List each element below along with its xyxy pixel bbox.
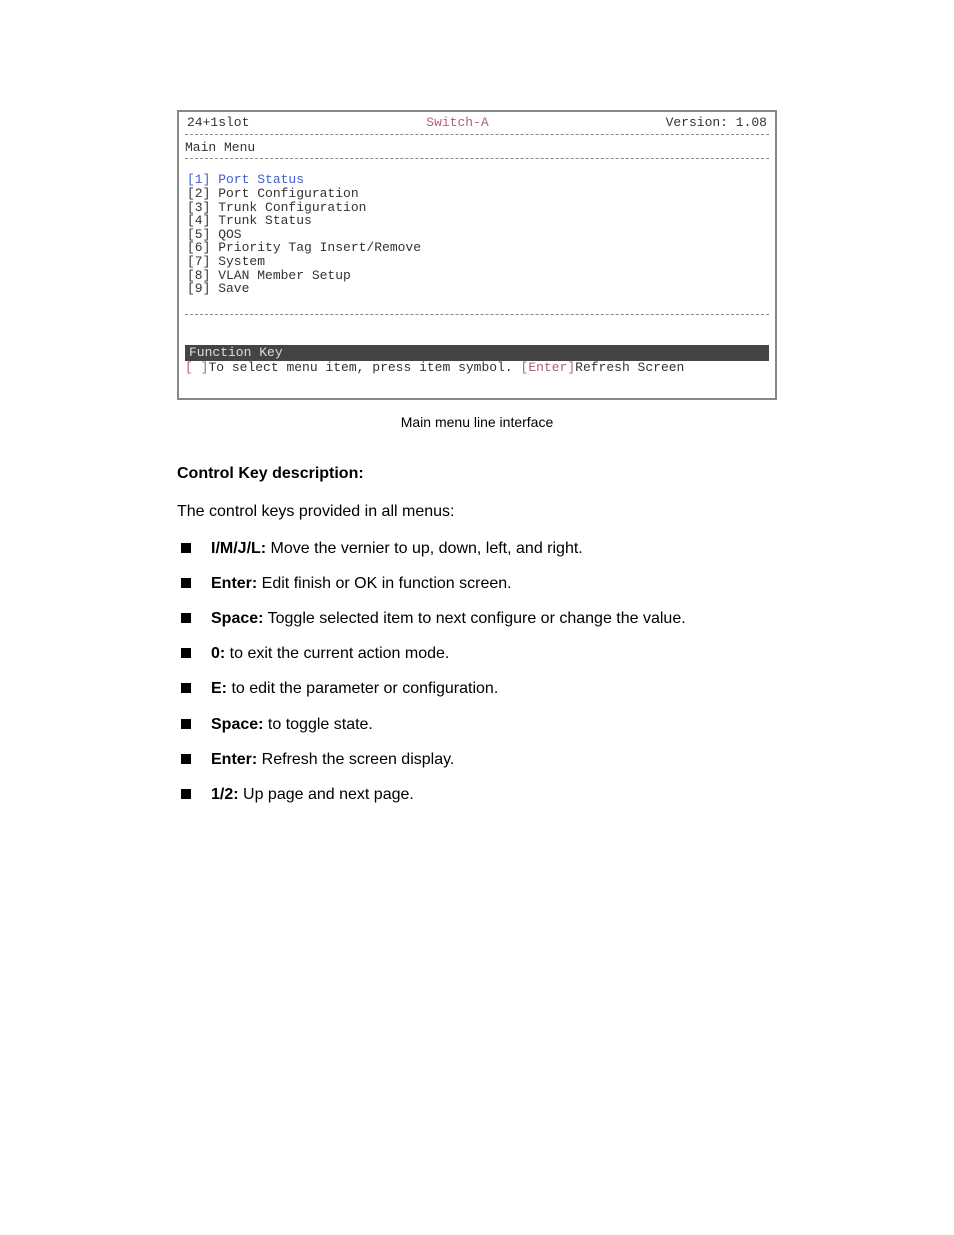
list-item: E: to edit the parameter or configuratio… xyxy=(177,677,777,700)
key-description: Move the vernier to up, down, left, and … xyxy=(266,540,583,557)
key-name: Enter: xyxy=(211,575,257,592)
key-description: Refresh the screen display. xyxy=(257,751,454,768)
menu-item[interactable]: [4] Trunk Status xyxy=(187,214,769,228)
control-key-list: I/M/J/L: Move the vernier to up, down, l… xyxy=(177,537,777,807)
key-name: Space: xyxy=(211,610,263,627)
list-item: 0: to exit the current action mode. xyxy=(177,642,777,665)
menu-item[interactable]: [2] Port Configuration xyxy=(187,187,769,201)
key-description: Toggle selected item to next configure o… xyxy=(263,610,685,627)
list-item: Space: Toggle selected item to next conf… xyxy=(177,607,777,630)
slot-label: 24+1slot xyxy=(187,116,249,130)
list-item: I/M/J/L: Move the vernier to up, down, l… xyxy=(177,537,777,560)
intro-text: The control keys provided in all menus: xyxy=(177,500,777,523)
divider xyxy=(185,158,769,159)
list-item: Enter: Edit finish or OK in function scr… xyxy=(177,572,777,595)
terminal-window: 24+1slot Switch-A Version: 1.08 Main Men… xyxy=(177,110,777,400)
section-heading: Control Key description: xyxy=(177,462,777,485)
menu-item[interactable]: [8] VLAN Member Setup xyxy=(187,269,769,283)
figure-caption: Main menu line interface xyxy=(0,414,954,430)
menu-item[interactable]: [3] Trunk Configuration xyxy=(187,201,769,215)
key-description: Edit finish or OK in function screen. xyxy=(257,575,511,592)
terminal-header: 24+1slot Switch-A Version: 1.08 xyxy=(185,116,769,130)
key-name: Space: xyxy=(211,716,263,733)
section-title: Main Menu xyxy=(185,141,769,155)
device-name: Switch-A xyxy=(426,116,488,130)
key-description: to exit the current action mode. xyxy=(225,645,449,662)
key-description: to edit the parameter or configuration. xyxy=(227,680,498,697)
menu-item[interactable]: [9] Save xyxy=(187,282,769,296)
key-name: Enter: xyxy=(211,751,257,768)
divider xyxy=(185,134,769,135)
key-name: E: xyxy=(211,680,227,697)
key-name: 0: xyxy=(211,645,225,662)
key-name: I/M/J/L: xyxy=(211,540,266,557)
menu-list: [1] Port Status[2] Port Configuration[3]… xyxy=(187,173,769,296)
list-item: Enter: Refresh the screen display. xyxy=(177,748,777,771)
function-key-bar: Function Key xyxy=(185,345,769,361)
divider xyxy=(185,314,769,315)
version-label: Version: 1.08 xyxy=(666,116,767,130)
list-item: Space: to toggle state. xyxy=(177,713,777,736)
menu-item[interactable]: [5] QOS xyxy=(187,228,769,242)
menu-item[interactable]: [6] Priority Tag Insert/Remove xyxy=(187,241,769,255)
key-description: Up page and next page. xyxy=(239,786,414,803)
key-name: 1/2: xyxy=(211,786,239,803)
document-body: Control Key description: The control key… xyxy=(177,462,777,806)
key-description: to toggle state. xyxy=(263,716,372,733)
function-key-help: [ ]To select menu item, press item symbo… xyxy=(185,361,769,375)
menu-item[interactable]: [7] System xyxy=(187,255,769,269)
menu-item[interactable]: [1] Port Status xyxy=(187,173,769,187)
list-item: 1/2: Up page and next page. xyxy=(177,783,777,806)
